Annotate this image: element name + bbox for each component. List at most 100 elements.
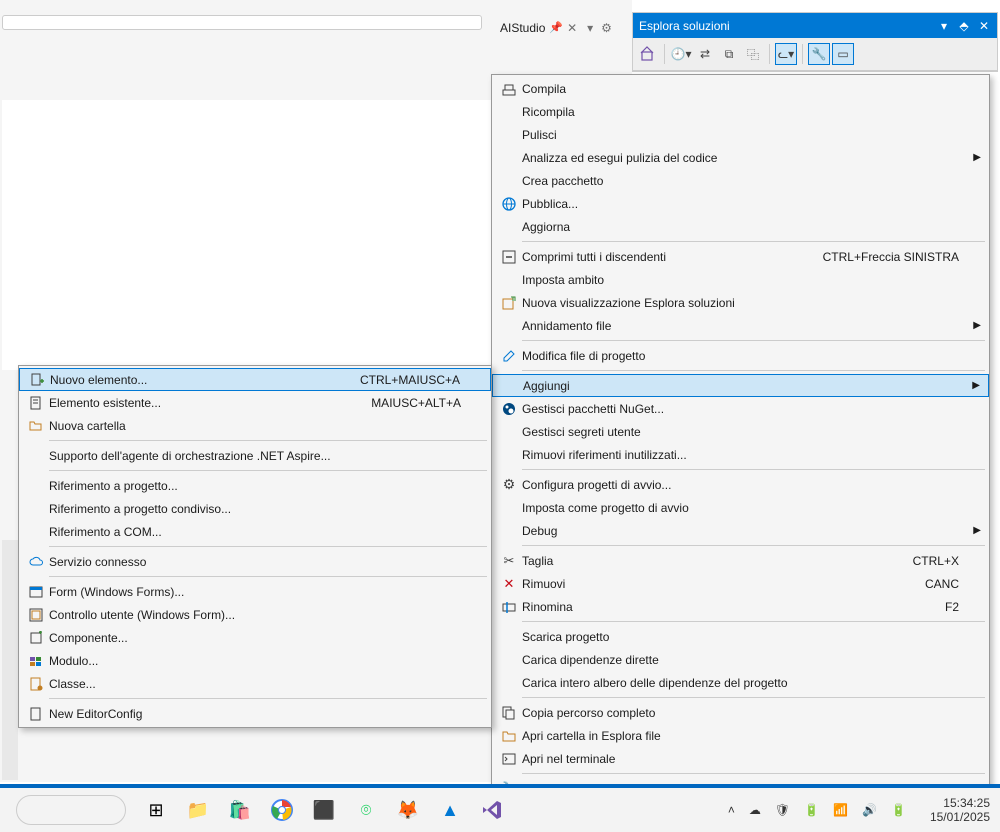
menu-item-label: Imposta come progetto di avvio bbox=[522, 501, 959, 515]
tree-icon[interactable]: ᓚ▾ bbox=[775, 43, 797, 65]
close-icon[interactable]: ✕ bbox=[977, 19, 991, 33]
context-menu-item-33[interactable]: Apri cartella in Esplora file bbox=[492, 724, 989, 747]
home-icon[interactable] bbox=[637, 43, 659, 65]
context-menu-item-17[interactable]: Gestisci segreti utente bbox=[492, 420, 989, 443]
firefox-icon[interactable]: 🦊 bbox=[396, 798, 420, 822]
menu-item-label: Modulo... bbox=[49, 654, 461, 668]
menu-item-label: Rimuovi bbox=[522, 577, 895, 591]
context-menu-item-29[interactable]: Carica dipendenze dirette bbox=[492, 648, 989, 671]
add-submenu-item-16[interactable]: Classe... bbox=[19, 672, 491, 695]
dropdown-icon[interactable]: ▾ bbox=[937, 19, 951, 33]
doc-icon[interactable]: ▭ bbox=[832, 43, 854, 65]
context-menu-item-13[interactable]: Modifica file di progetto bbox=[492, 344, 989, 367]
context-menu-item-8[interactable]: Comprimi tutti i discendentiCTRL+Freccia… bbox=[492, 245, 989, 268]
existitem-icon bbox=[23, 396, 49, 410]
context-menu-item-9[interactable]: Imposta ambito bbox=[492, 268, 989, 291]
add-submenu-item-0[interactable]: Nuovo elemento...CTRL+MAIUSC+A bbox=[19, 368, 491, 391]
context-menu-item-21[interactable]: Imposta come progetto di avvio bbox=[492, 496, 989, 519]
context-menu-item-2[interactable]: Pulisci bbox=[492, 123, 989, 146]
clock-date: 15/01/2025 bbox=[930, 810, 990, 824]
context-menu-item-16[interactable]: Gestisci pacchetti NuGet... bbox=[492, 397, 989, 420]
newview-icon bbox=[496, 296, 522, 310]
context-menu-item-15[interactable]: Aggiungi▶ bbox=[492, 374, 989, 397]
context-menu-item-11[interactable]: Annidamento file▶ bbox=[492, 314, 989, 337]
context-menu-item-5[interactable]: Pubblica... bbox=[492, 192, 989, 215]
tray-chevron-icon[interactable]: ˄ bbox=[728, 803, 735, 817]
menu-item-label: New EditorConfig bbox=[49, 707, 461, 721]
visualstudio-icon[interactable] bbox=[480, 798, 504, 822]
add-submenu-item-8[interactable]: Riferimento a COM... bbox=[19, 520, 491, 543]
terminal-icon bbox=[496, 752, 522, 766]
add-submenu-item-7[interactable]: Riferimento a progetto condiviso... bbox=[19, 497, 491, 520]
copy-icon[interactable]: ⧉ bbox=[718, 43, 740, 65]
menu-item-label: Nuovo elemento... bbox=[50, 373, 330, 387]
menu-item-label: Pubblica... bbox=[522, 197, 959, 211]
battery-icon[interactable]: 🔋 bbox=[804, 803, 819, 817]
add-submenu-item-6[interactable]: Riferimento a progetto... bbox=[19, 474, 491, 497]
delete-icon: ✕ bbox=[496, 576, 522, 592]
context-menu-item-26[interactable]: RinominaF2 bbox=[492, 595, 989, 618]
menu-item-shortcut: F2 bbox=[915, 600, 959, 614]
chevron-down-icon[interactable]: ▾ bbox=[583, 21, 597, 35]
solution-explorer-header[interactable]: Esplora soluzioni ▾ ⬘ ✕ bbox=[633, 13, 997, 38]
add-submenu-item-15[interactable]: Modulo... bbox=[19, 649, 491, 672]
menu-item-label: Servizio connesso bbox=[49, 555, 461, 569]
volume-icon[interactable]: 🔊 bbox=[862, 803, 877, 817]
taskview-icon[interactable]: ⊞ bbox=[144, 798, 168, 822]
menu-item-shortcut: MAIUSC+ALT+A bbox=[341, 396, 461, 410]
add-submenu-item-4[interactable]: Supporto dell'agente di orchestrazione .… bbox=[19, 444, 491, 467]
context-menu-item-22[interactable]: Debug▶ bbox=[492, 519, 989, 542]
context-menu-item-6[interactable]: Aggiorna bbox=[492, 215, 989, 238]
add-submenu-item-18[interactable]: New EditorConfig bbox=[19, 702, 491, 725]
taskbar-clock[interactable]: 15:34:25 15/01/2025 bbox=[930, 796, 990, 824]
power-icon[interactable]: 🔋 bbox=[891, 803, 906, 817]
pin-icon[interactable]: ⬘ bbox=[957, 19, 971, 33]
chrome-icon[interactable] bbox=[270, 798, 294, 822]
wifi-icon[interactable]: 📶 bbox=[833, 803, 848, 817]
context-menu-item-20[interactable]: ⚙Configura progetti di avvio... bbox=[492, 473, 989, 496]
context-menu-item-3[interactable]: Analizza ed esegui pulizia del codice▶ bbox=[492, 146, 989, 169]
context-menu-item-24[interactable]: ✂TagliaCTRL+X bbox=[492, 549, 989, 572]
module-icon bbox=[23, 654, 49, 668]
menu-item-label: Rimuovi riferimenti inutilizzati... bbox=[522, 448, 959, 462]
add-submenu-item-12[interactable]: Form (Windows Forms)... bbox=[19, 580, 491, 603]
defender-icon[interactable]: 🛡 bbox=[775, 803, 790, 817]
whatsapp-icon[interactable]: ⌾ bbox=[354, 798, 378, 822]
form-icon bbox=[23, 585, 49, 599]
explorer-icon[interactable]: 📁 bbox=[186, 798, 210, 822]
wrench-icon[interactable]: 🔧 bbox=[808, 43, 830, 65]
add-submenu-item-10[interactable]: Servizio connesso bbox=[19, 550, 491, 573]
add-submenu-item-13[interactable]: Controllo utente (Windows Form)... bbox=[19, 603, 491, 626]
context-menu-item-25[interactable]: ✕RimuoviCANC bbox=[492, 572, 989, 595]
terminal-icon[interactable]: ⬛ bbox=[312, 798, 336, 822]
cloud-icon bbox=[23, 555, 49, 569]
context-menu-item-18[interactable]: Rimuovi riferimenti inutilizzati... bbox=[492, 443, 989, 466]
context-menu-item-1[interactable]: Ricompila bbox=[492, 100, 989, 123]
stack-icon[interactable]: ⿻ bbox=[742, 43, 764, 65]
context-menu-item-30[interactable]: Carica intero albero delle dipendenze de… bbox=[492, 671, 989, 694]
menu-item-label: Ricompila bbox=[522, 105, 959, 119]
sync-icon[interactable]: ⇄ bbox=[694, 43, 716, 65]
history-icon[interactable]: 🕘▾ bbox=[670, 43, 692, 65]
document-tab[interactable]: AIStudio 📌 ✕ bbox=[494, 17, 583, 39]
context-menu-item-34[interactable]: Apri nel terminale bbox=[492, 747, 989, 770]
azure-icon[interactable]: ▲ bbox=[438, 798, 462, 822]
context-menu-item-28[interactable]: Scarica progetto bbox=[492, 625, 989, 648]
store-icon[interactable]: 🛍️ bbox=[228, 798, 252, 822]
pin-icon[interactable]: 📌 bbox=[549, 21, 563, 34]
add-submenu-item-14[interactable]: Componente... bbox=[19, 626, 491, 649]
taskbar-search[interactable] bbox=[16, 795, 126, 825]
context-menu-item-10[interactable]: Nuova visualizzazione Esplora soluzioni bbox=[492, 291, 989, 314]
submenu-arrow-icon: ▶ bbox=[973, 525, 981, 536]
context-menu-item-32[interactable]: Copia percorso completo bbox=[492, 701, 989, 724]
close-icon[interactable]: ✕ bbox=[567, 21, 577, 35]
tab-title: AIStudio bbox=[500, 21, 545, 35]
onedrive-icon[interactable]: ☁ bbox=[749, 803, 761, 817]
add-submenu-item-2[interactable]: Nuova cartella bbox=[19, 414, 491, 437]
context-menu-item-0[interactable]: Compila bbox=[492, 77, 989, 100]
cut-icon: ✂ bbox=[496, 553, 522, 569]
add-submenu-item-1[interactable]: Elemento esistente...MAIUSC+ALT+A bbox=[19, 391, 491, 414]
menu-item-label: Analizza ed esegui pulizia del codice bbox=[522, 151, 959, 165]
gear-icon[interactable]: ⚙ bbox=[597, 21, 616, 35]
context-menu-item-4[interactable]: Crea pacchetto bbox=[492, 169, 989, 192]
